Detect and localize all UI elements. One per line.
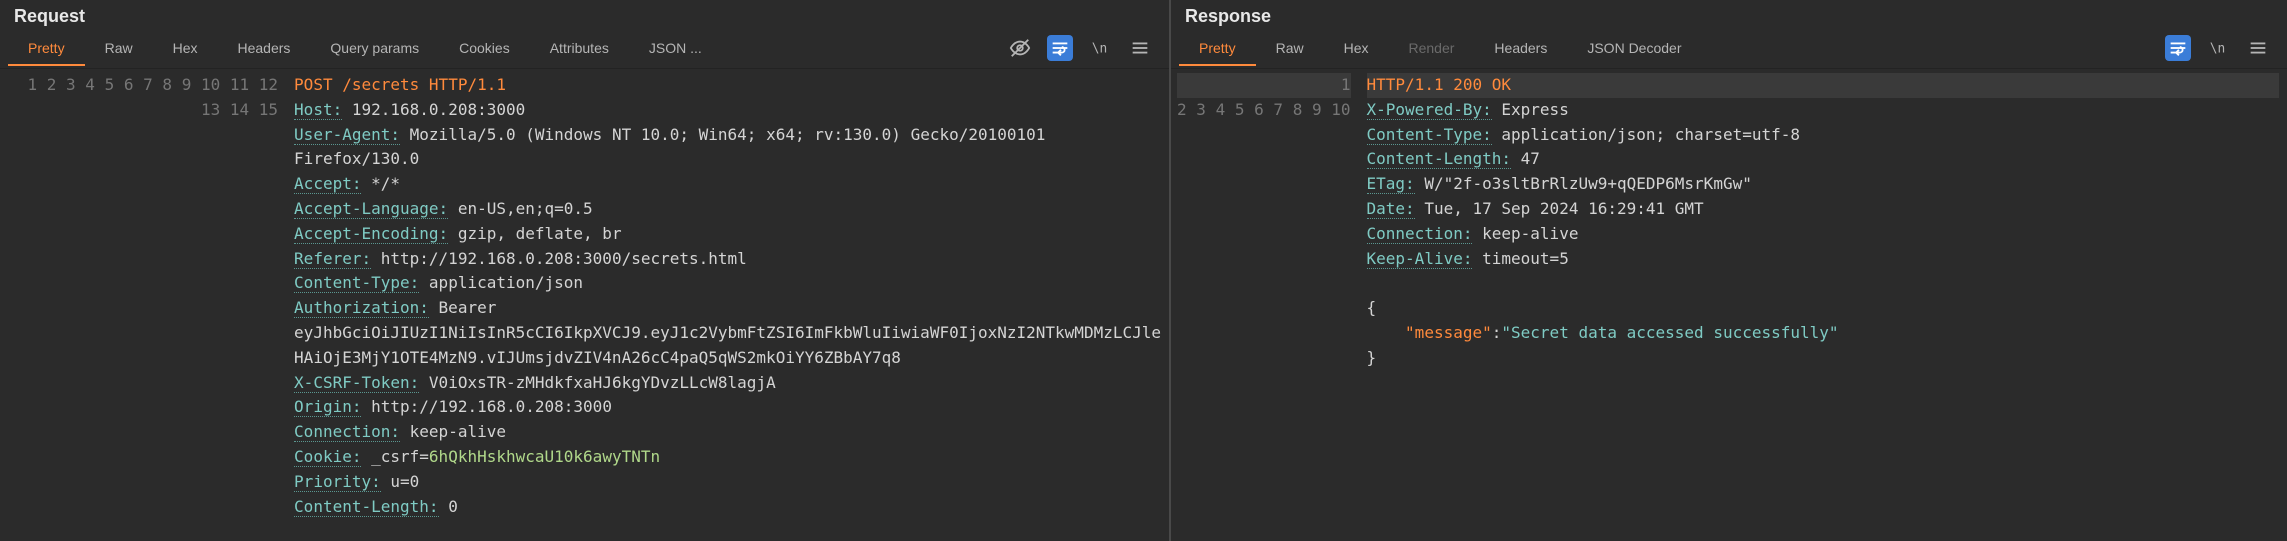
- response-gutter: 1 2 3 4 5 6 7 8 9 10: [1171, 69, 1359, 541]
- tab-json-decoder[interactable]: JSON Decoder: [1567, 30, 1701, 66]
- tab-cookies[interactable]: Cookies: [439, 30, 530, 66]
- response-code[interactable]: 1 2 3 4 5 6 7 8 9 10 HTTP/1.1 200 OK X-P…: [1171, 69, 2287, 541]
- tab-pretty[interactable]: Pretty: [1179, 30, 1256, 66]
- tab-render[interactable]: Render: [1389, 30, 1475, 66]
- menu-icon[interactable]: [2245, 35, 2271, 61]
- tab-pretty[interactable]: Pretty: [8, 30, 85, 66]
- tab-query-params[interactable]: Query params: [310, 30, 439, 66]
- response-title: Response: [1171, 0, 2287, 27]
- newline-icon[interactable]: \n: [1087, 35, 1113, 61]
- request-body-text: POST /secrets HTTP/1.1 Host: 192.168.0.2…: [286, 69, 1169, 541]
- wrap-lines-icon[interactable]: [1047, 35, 1073, 61]
- request-gutter: 1 2 3 4 5 6 7 8 9 10 11 12 13 14 15: [0, 69, 286, 541]
- request-panel: Request Pretty Raw Hex Headers Query par…: [0, 0, 1171, 541]
- response-tabs: Pretty Raw Hex Render Headers JSON Decod…: [1171, 27, 2287, 69]
- tab-hex[interactable]: Hex: [1324, 30, 1389, 66]
- svg-text:\n: \n: [2210, 41, 2225, 56]
- request-tabs: Pretty Raw Hex Headers Query params Cook…: [0, 27, 1169, 69]
- response-panel: Response Pretty Raw Hex Render Headers J…: [1171, 0, 2287, 541]
- visibility-off-icon[interactable]: [1007, 35, 1033, 61]
- svg-text:\n: \n: [1092, 41, 1107, 56]
- tab-json[interactable]: JSON ...: [629, 30, 722, 66]
- newline-icon[interactable]: \n: [2205, 35, 2231, 61]
- request-code[interactable]: 1 2 3 4 5 6 7 8 9 10 11 12 13 14 15 POST…: [0, 69, 1169, 541]
- tab-headers[interactable]: Headers: [1474, 30, 1567, 66]
- response-body-text: HTTP/1.1 200 OK X-Powered-By: Express Co…: [1359, 69, 2287, 541]
- menu-icon[interactable]: [1127, 35, 1153, 61]
- tab-headers[interactable]: Headers: [218, 30, 311, 66]
- request-title: Request: [0, 0, 1169, 27]
- tab-raw[interactable]: Raw: [85, 30, 153, 66]
- tab-attributes[interactable]: Attributes: [530, 30, 629, 66]
- tab-hex[interactable]: Hex: [153, 30, 218, 66]
- tab-raw[interactable]: Raw: [1256, 30, 1324, 66]
- wrap-lines-icon[interactable]: [2165, 35, 2191, 61]
